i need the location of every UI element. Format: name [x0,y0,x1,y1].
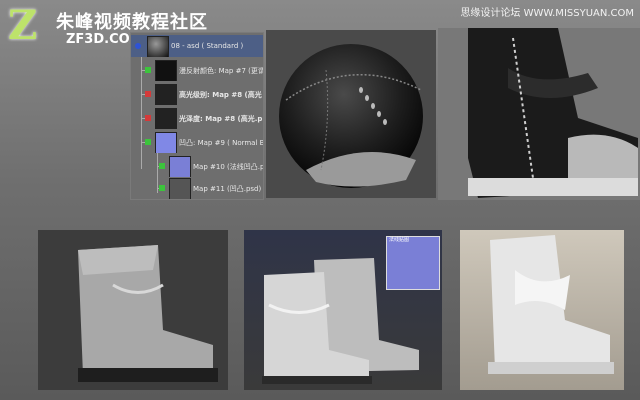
map-row-bump[interactable]: 凹凸: Map #9 ( Normal Bu [131,131,263,153]
watermark: 思缘设计论坛 WWW.MISSYUAN.COM [460,8,634,19]
map-disabled-icon[interactable] [145,115,151,121]
map-row-gloss[interactable]: 光泽度: Map #8 (高光.p [131,107,263,129]
map-enabled-icon[interactable] [145,67,151,73]
final-boot-image [488,235,614,374]
map-thumbnail [155,108,177,129]
boot-render-closeup [438,28,640,200]
map-enabled-icon[interactable] [159,185,165,191]
map-enabled-icon[interactable] [159,163,165,169]
map-thumbnail [169,156,191,177]
map-label: 凹凸: Map #9 ( Normal Bu [179,139,263,147]
material-sphere-preview [266,30,436,198]
map-thumbnail [155,132,177,153]
material-sphere-icon [135,43,141,49]
grey-boot-image [78,245,218,382]
map-disabled-icon[interactable] [145,91,151,97]
map-label: 光泽度: Map #8 (高光.p [179,115,263,123]
normal-map-inset: 法线贴图 [386,236,440,290]
map-row-specular[interactable]: 高光级别: Map #8 (高光 [131,83,263,105]
map-label: Map #11 (凹凸.psd) [193,185,262,193]
material-tree-panel: 08 - asd ( Standard ) 漫反射颜色: Map #7 (更谓 … [130,32,264,200]
map-thumbnail [155,60,177,81]
map-row-diffuse[interactable]: 漫反射颜色: Map #7 (更谓 [131,59,263,81]
map-enabled-icon[interactable] [145,139,151,145]
map-label: 高光级别: Map #8 (高光 [179,91,262,99]
leather-sphere-image [279,44,423,188]
map-thumbnail [169,178,191,199]
black-boot-image [468,28,638,198]
map-label: Map #10 (法线凹凸.p [193,163,263,171]
material-root-label: 08 - asd ( Standard ) [171,42,244,50]
boot-render-final [460,230,624,390]
zf3d-logo: Z [8,2,38,49]
map-label: 漫反射颜色: Map #7 (更谓 [179,67,263,75]
site-title: 朱峰视频教程社区 [56,12,208,33]
map-row-normal[interactable]: Map #10 (法线凹凸.p [131,155,263,177]
boot-render-grey [38,230,228,390]
normal-map-caption: 法线贴图 [389,237,410,243]
material-thumbnail [147,36,169,57]
material-root-row[interactable]: 08 - asd ( Standard ) [131,35,263,57]
map-row-bump-psd[interactable]: Map #11 (凹凸.psd) [131,177,263,199]
map-thumbnail [155,84,177,105]
